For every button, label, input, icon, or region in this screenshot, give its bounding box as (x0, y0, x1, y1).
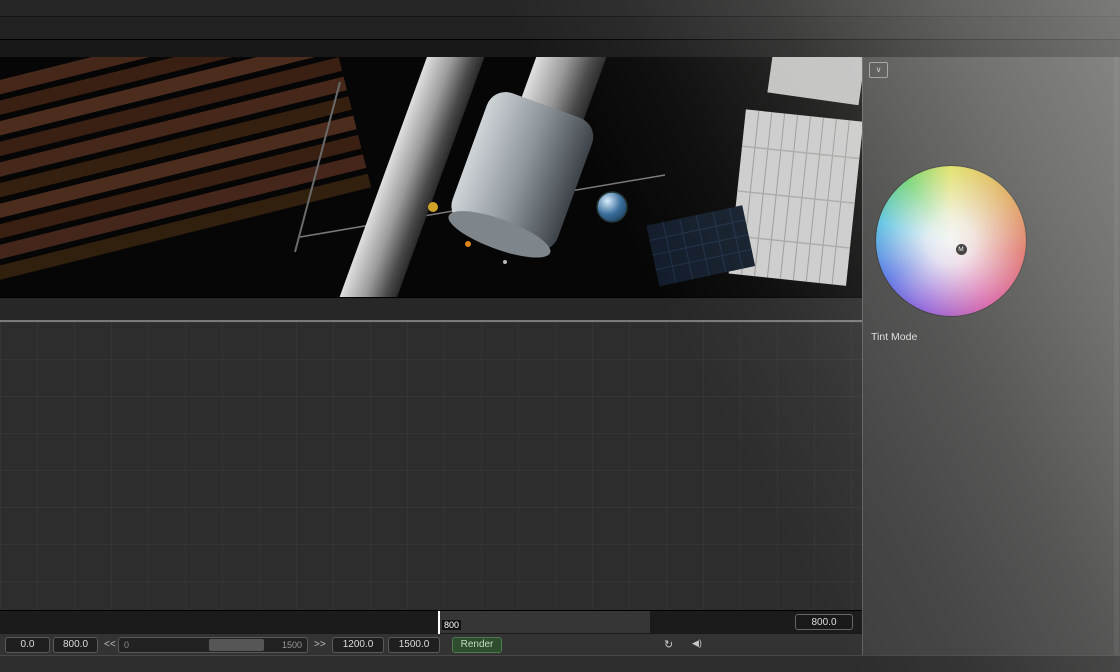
current-frame-box[interactable]: 800.0 (795, 614, 853, 630)
global-start-field[interactable]: 0.0 (5, 637, 50, 653)
collapse-chevron-icon[interactable]: ∨ (869, 62, 888, 78)
playhead-frame-label: 800 (442, 620, 461, 630)
node-connections (0, 322, 862, 610)
scroll-right-button[interactable]: >> (314, 639, 326, 650)
global-end-field[interactable]: 1500.0 (388, 637, 440, 653)
tool-control-panel: ∨ M Tint Mode (862, 57, 1120, 655)
iss-preview-image (0, 57, 862, 297)
scroll-left-button[interactable]: << (104, 639, 116, 650)
timeline-ruler[interactable]: 800 800.0 (0, 610, 862, 633)
playhead[interactable] (438, 611, 440, 634)
loop-button[interactable]: ↻ (664, 638, 673, 651)
ruler-range-highlight (438, 611, 650, 634)
scroll-max-label: 1500 (282, 640, 302, 650)
tint-mode-label: Tint Mode (871, 331, 917, 343)
status-bar (0, 655, 1120, 672)
timeline-scrollbar[interactable]: 0 1500 (118, 637, 308, 653)
viewer-toolbar (0, 297, 862, 320)
flow-node-editor[interactable] (0, 322, 862, 610)
image-viewer[interactable] (0, 57, 862, 297)
scroll-min-label: 0 (124, 640, 129, 650)
render-end-field[interactable]: 1200.0 (332, 637, 384, 653)
render-button[interactable]: Render (452, 637, 502, 653)
scrollbar-thumb[interactable] (209, 639, 264, 651)
color-wheel[interactable]: M (875, 165, 1027, 317)
render-start-field[interactable]: 800.0 (53, 637, 98, 653)
audio-button[interactable]: ◀) (692, 638, 702, 649)
color-wheel-marker[interactable]: M (956, 244, 967, 255)
composition-tab-bar (0, 40, 1120, 57)
menu-bar (0, 0, 1120, 17)
transport-bar: 0.0 800.0 << 0 1500 >> 1200.0 1500.0 Ren… (0, 633, 862, 655)
panel-scrollbar[interactable] (1114, 57, 1119, 655)
node-toolbar (0, 17, 1120, 40)
